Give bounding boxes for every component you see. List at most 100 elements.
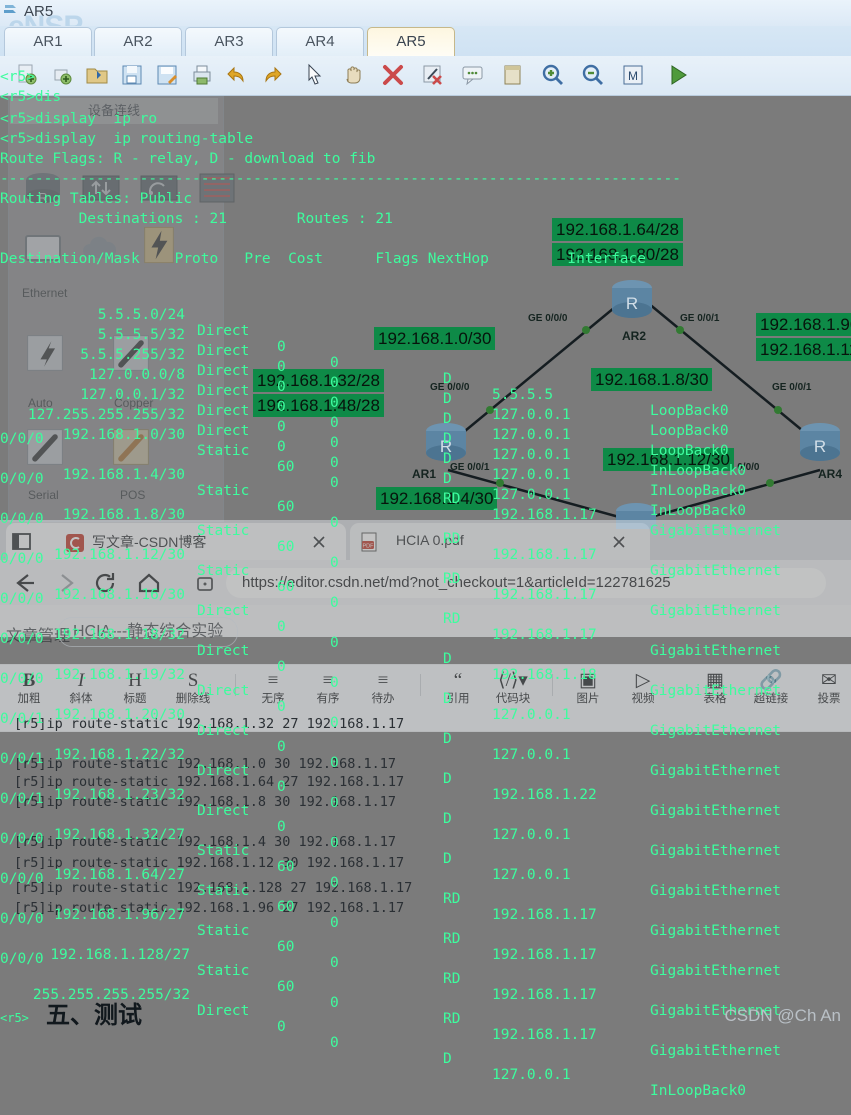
- unordered-list-button[interactable]: ≡ 无序: [250, 670, 296, 706]
- device-tab-ar3[interactable]: AR3: [185, 27, 273, 57]
- text-box-icon[interactable]: [500, 62, 526, 88]
- serial-link-icon[interactable]: [22, 426, 68, 468]
- open-folder-icon[interactable]: [84, 62, 110, 88]
- undo-icon[interactable]: [224, 62, 250, 88]
- italic-button[interactable]: I 斜体: [58, 670, 104, 706]
- interface-label-ge0-0-1-ar1: GE 0/0/1: [450, 462, 490, 473]
- route-iface: GigabitEthernet: [650, 963, 781, 979]
- router-icon[interactable]: R: [20, 168, 66, 210]
- ensp-device-tabstrip: AR1 AR2 AR3 AR4 AR5: [0, 26, 851, 57]
- note-icon[interactable]: [460, 62, 486, 88]
- router-ar4-icon[interactable]: R: [792, 420, 848, 470]
- highlight-subnet-80-28: 192.168.1.80/28: [552, 243, 683, 266]
- wlan-icon[interactable]: [136, 168, 182, 210]
- image-button[interactable]: ▣ 图片: [565, 670, 611, 706]
- device-tab-ar5[interactable]: AR5: [367, 27, 455, 57]
- close-tab-icon[interactable]: [310, 533, 328, 551]
- route-nexthop: 192.168.1.17: [492, 1027, 597, 1043]
- cloud-icon[interactable]: [78, 230, 124, 272]
- hyperlink-button[interactable]: 🔗 超链接: [748, 670, 794, 706]
- route-nexthop: 192.168.1.22: [492, 787, 597, 803]
- strikethrough-button[interactable]: S 删除线: [170, 670, 216, 706]
- route-pre: 60: [277, 459, 295, 475]
- route-flags: D: [443, 851, 452, 867]
- home-icon[interactable]: [136, 570, 162, 596]
- pan-hand-icon[interactable]: [340, 62, 366, 88]
- table-caption: 表格: [703, 693, 727, 705]
- save-as-icon[interactable]: [154, 62, 180, 88]
- ensp-titlebar: AR5: [0, 0, 851, 26]
- highlight-subnet-8-30: 192.168.1.8/30: [591, 368, 713, 391]
- firewall-icon[interactable]: [194, 168, 240, 210]
- video-button[interactable]: ▷ 视频: [620, 670, 666, 706]
- highlight-subnet-112-28: 192.168.1.112/28: [756, 338, 851, 361]
- close-tab-icon-2[interactable]: [610, 533, 628, 551]
- static-route-cmd-5: [r5]ip route-static 192.168.1.12 30 192.…: [14, 855, 405, 871]
- table-row: 192.168.1.64/27 Static 60 0 RD 192.168.1…: [0, 851, 851, 995]
- browser-tab-pdf[interactable]: [350, 523, 650, 560]
- pc-icon[interactable]: [20, 230, 66, 272]
- pos-link-icon[interactable]: [108, 426, 154, 468]
- device-tab-ar1[interactable]: AR1: [4, 27, 92, 57]
- bold-button[interactable]: B 加粗: [6, 670, 52, 706]
- unordered-list-caption: 无序: [261, 693, 285, 705]
- route-proto: Static: [197, 963, 250, 979]
- ensp-device-palette: 设备连线 R Ethernet Auto Copper Serial POS: [8, 96, 235, 526]
- zoom-out-icon[interactable]: [580, 62, 606, 88]
- route-cost: 0: [330, 995, 339, 1011]
- print-icon[interactable]: [189, 62, 215, 88]
- todo-list-button[interactable]: ≡ 待办: [360, 670, 406, 706]
- ordered-list-button[interactable]: ≡ 有序: [305, 670, 351, 706]
- router-ar2-icon[interactable]: R: [604, 277, 660, 327]
- route-flags: D: [443, 771, 452, 787]
- delete-icon[interactable]: [380, 62, 406, 88]
- device-tab-ar2[interactable]: AR2: [94, 27, 182, 57]
- route-nexthop: 192.168.1.17: [492, 987, 597, 1003]
- route-nexthop: 127.0.0.1: [492, 747, 571, 763]
- interface-label-ge0-0-1-ar4: GE 0/0/1: [772, 382, 812, 393]
- open-device-icon[interactable]: [49, 62, 75, 88]
- table-button[interactable]: ▦ 表格: [692, 670, 738, 706]
- ensp-toolbar: M: [0, 56, 851, 96]
- code-block-button[interactable]: ⟨/⟩▾ 代码块: [490, 670, 536, 706]
- highlight-subnet-96-28: 192.168.1.96/28: [756, 313, 851, 336]
- link-lightning-icon[interactable]: [136, 224, 182, 266]
- back-arrow-icon[interactable]: [12, 570, 38, 596]
- shield-lock-icon[interactable]: [192, 570, 218, 596]
- route-iface: InLoopBack0: [650, 1083, 747, 1099]
- highlight-subnet-64-28: 192.168.1.64/28: [552, 218, 683, 241]
- delete-link-icon[interactable]: [420, 62, 446, 88]
- editor-article-title[interactable]: HCIA---静态综合实验: [58, 617, 239, 647]
- video-caption: 视频: [631, 693, 655, 705]
- svg-text:R: R: [440, 437, 452, 456]
- forward-arrow-icon[interactable]: [52, 570, 78, 596]
- reload-icon[interactable]: [92, 570, 118, 596]
- route-pre: 0: [277, 819, 286, 835]
- heading-button[interactable]: H 标题: [112, 670, 158, 706]
- fit-view-icon[interactable]: M: [620, 62, 646, 88]
- route-pre: 60: [277, 979, 295, 995]
- svg-text:R: R: [814, 437, 826, 456]
- toolbar-divider-1: [235, 674, 236, 696]
- sidebar-toggle-icon[interactable]: [12, 532, 32, 552]
- auto-link-icon[interactable]: [22, 332, 68, 374]
- todo-list-caption: 待办: [371, 693, 395, 705]
- redo-icon[interactable]: [259, 62, 285, 88]
- device-tab-ar4[interactable]: AR4: [276, 27, 364, 57]
- quote-icon: “: [453, 670, 463, 691]
- zoom-in-icon[interactable]: [540, 62, 566, 88]
- code-block-caption: 代码块: [495, 693, 531, 705]
- save-icon[interactable]: [119, 62, 145, 88]
- list-todo-icon: ≡: [377, 670, 389, 691]
- start-all-icon[interactable]: [665, 62, 691, 88]
- quote-button[interactable]: “ 引用: [435, 670, 481, 706]
- palette-label-pos: POS: [120, 488, 146, 502]
- copper-link-icon[interactable]: [108, 332, 154, 374]
- route-cost: 0: [330, 1035, 339, 1051]
- select-pointer-icon[interactable]: [300, 62, 326, 88]
- router-label-ar4: AR4: [818, 467, 843, 481]
- new-topology-icon[interactable]: [14, 62, 40, 88]
- vote-icon: ✉: [821, 670, 837, 691]
- vote-button[interactable]: ✉ 投票: [806, 670, 851, 706]
- switch-icon[interactable]: [78, 168, 124, 210]
